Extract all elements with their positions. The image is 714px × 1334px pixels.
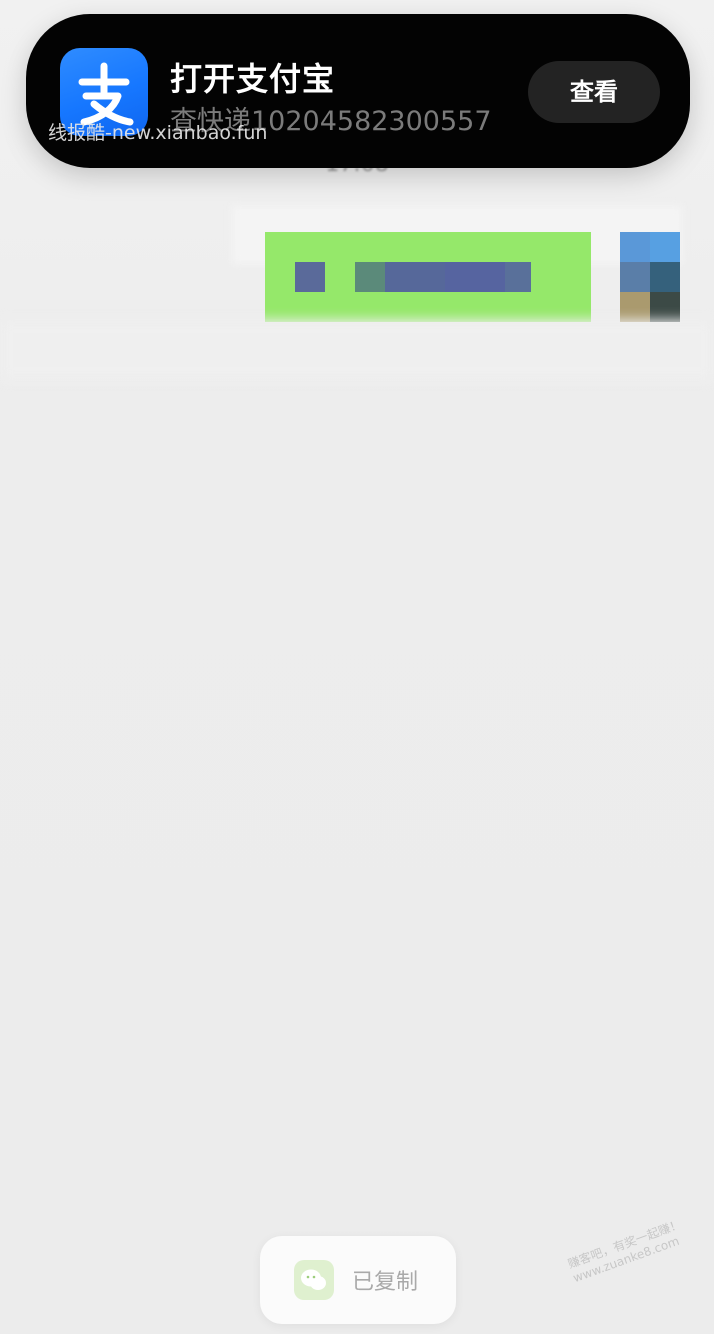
avatar-pixel <box>620 292 650 322</box>
pixelated-block <box>445 262 505 292</box>
avatar-pixel <box>650 292 680 322</box>
pixelated-block <box>385 262 445 292</box>
wechat-icon <box>294 1260 334 1300</box>
pixelated-block <box>505 262 531 292</box>
avatar[interactable] <box>620 232 680 322</box>
avatar-pixel <box>650 232 680 262</box>
pixelated-block <box>355 262 385 292</box>
copied-toast: 已复制 <box>260 1236 456 1324</box>
view-button[interactable]: 查看 <box>528 61 660 123</box>
notification-title: 打开支付宝 <box>170 60 336 98</box>
chat-background <box>0 0 714 1334</box>
chat-message-bubble[interactable] <box>265 232 591 322</box>
watermark-text: 线报酷-new.xianbao.fun <box>48 122 268 144</box>
avatar-pixel <box>650 262 680 292</box>
avatar-pixel <box>620 262 650 292</box>
toast-message: 已复制 <box>352 1270 419 1295</box>
pixelated-block <box>295 262 325 292</box>
notification-banner[interactable]: 打开支付宝 查快递10204582300557 线报酷-new.xianbao.… <box>26 14 690 168</box>
screen: 17:08 打开支付宝 查快递10204582300557 线报酷-new.xi… <box>0 0 714 1334</box>
avatar-pixel <box>620 232 650 262</box>
blurred-region <box>0 320 714 380</box>
